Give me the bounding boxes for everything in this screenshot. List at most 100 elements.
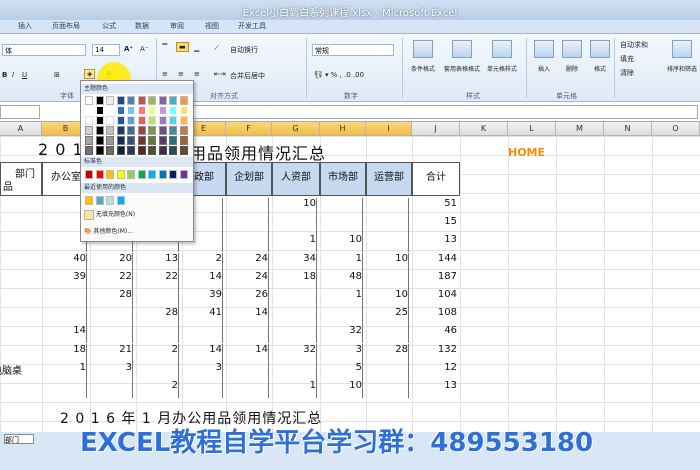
bold-icon[interactable]: B (2, 71, 7, 79)
table-cell[interactable] (42, 289, 87, 307)
color-swatch[interactable] (158, 170, 167, 179)
column-header-l[interactable]: L (508, 122, 556, 136)
table-cell[interactable] (42, 380, 87, 398)
table-cell[interactable] (320, 198, 363, 216)
shrink-font-icon[interactable]: A⁻ (140, 45, 148, 53)
color-swatch[interactable] (127, 96, 135, 105)
table-cell[interactable]: 41 (182, 307, 223, 326)
conditional-format-button[interactable]: 条件格式 (405, 64, 441, 73)
formula-input[interactable] (190, 105, 698, 119)
table-cell[interactable]: 25 (366, 307, 409, 326)
table-cell[interactable] (90, 380, 133, 398)
cell-styles-button[interactable]: 单元格样式 (484, 64, 520, 73)
table-cell[interactable]: 108 (412, 307, 457, 325)
border-icon[interactable]: ⊞ (54, 71, 60, 79)
color-swatch[interactable] (137, 126, 146, 135)
color-swatch[interactable] (116, 126, 125, 135)
color-swatch[interactable] (137, 116, 146, 125)
color-swatch[interactable] (127, 170, 135, 179)
table-cell[interactable] (136, 361, 179, 380)
header-marketing[interactable]: 市场部 (320, 162, 366, 196)
table-cell[interactable] (226, 198, 269, 216)
sort-filter-icon[interactable] (672, 40, 692, 58)
table-cell[interactable]: 14 (226, 343, 269, 362)
table-cell[interactable] (42, 307, 87, 326)
align-right-icon[interactable]: ≡ (194, 70, 200, 78)
color-swatch[interactable] (169, 126, 177, 135)
table-cell[interactable]: 13 (136, 252, 179, 271)
color-swatch[interactable] (158, 126, 167, 135)
table-cell[interactable]: 10 (366, 252, 409, 271)
table-cell[interactable]: 18 (42, 343, 87, 362)
color-swatch[interactable] (106, 196, 114, 205)
color-swatch[interactable] (106, 96, 114, 105)
table-cell[interactable]: 20 (90, 252, 133, 271)
currency-icon[interactable]: 💱 ▾ % , .0 .00 (314, 71, 364, 79)
table-cell[interactable] (136, 325, 179, 344)
table-cell[interactable]: 14 (226, 307, 269, 326)
table-cell[interactable]: 24 (226, 252, 269, 271)
color-swatch[interactable] (85, 146, 93, 155)
table-cell[interactable]: 39 (182, 289, 223, 307)
table-cell[interactable]: 13 (412, 234, 457, 252)
table-cell[interactable]: 18 (272, 270, 317, 289)
table-cell[interactable]: 32 (272, 343, 317, 362)
align-top-icon[interactable]: ▔ (162, 44, 167, 52)
color-swatch[interactable] (137, 146, 146, 155)
color-swatch[interactable] (169, 146, 177, 155)
table-cell[interactable]: 46 (412, 325, 457, 343)
header-hr[interactable]: 人资部 (272, 162, 320, 196)
color-swatch[interactable] (179, 146, 188, 155)
column-header-i[interactable]: I (366, 122, 412, 136)
format-cells-button[interactable]: 格式 (582, 64, 618, 73)
table-cell[interactable]: 28 (90, 289, 133, 307)
delete-cells-icon[interactable] (562, 40, 582, 58)
table-cell[interactable] (226, 361, 269, 380)
fill-button[interactable]: 填充 (620, 54, 634, 64)
color-swatch[interactable] (85, 106, 93, 115)
table-cell[interactable]: 15 (412, 216, 457, 234)
table-cell[interactable]: 1 (320, 289, 363, 307)
table-cell[interactable]: 1 (272, 234, 317, 253)
color-swatch[interactable] (116, 106, 125, 115)
table-cell[interactable]: 24 (226, 270, 269, 289)
table-cell[interactable]: 13 (412, 380, 457, 398)
table-cell[interactable]: 34 (272, 252, 317, 271)
align-middle-icon[interactable]: ▬ (176, 42, 189, 52)
color-swatch[interactable] (85, 126, 93, 135)
table-cell[interactable]: 40 (42, 252, 87, 271)
grow-font-icon[interactable]: A⁺ (124, 45, 133, 53)
column-header-a[interactable]: A (0, 122, 42, 136)
column-header-n[interactable]: N (604, 122, 652, 136)
table-cell[interactable]: 32 (320, 325, 363, 344)
color-swatch[interactable] (95, 106, 104, 115)
tab-formulas[interactable]: 公式 (102, 21, 116, 33)
color-swatch[interactable] (85, 96, 93, 105)
header-operations[interactable]: 运营部 (366, 162, 412, 196)
table-cell[interactable] (90, 307, 133, 326)
color-swatch[interactable] (158, 106, 167, 115)
color-swatch[interactable] (148, 116, 156, 125)
merge-center-button[interactable]: 合并后居中 (230, 71, 265, 81)
align-left-icon[interactable]: ≡ (162, 70, 168, 78)
tab-insert[interactable]: 插入 (18, 21, 32, 33)
table-cell[interactable] (366, 216, 409, 235)
table-cell[interactable] (366, 198, 409, 216)
fill-color-icon[interactable]: ◈ (84, 69, 96, 79)
table-cell[interactable]: 5 (320, 361, 363, 380)
color-swatch[interactable] (95, 170, 104, 179)
table-cell[interactable]: 1 (320, 252, 363, 271)
color-swatch[interactable] (179, 106, 188, 115)
column-header-j[interactable]: J (412, 122, 460, 136)
color-swatch[interactable] (169, 136, 177, 145)
table-cell[interactable] (226, 234, 269, 253)
cell-styles-icon[interactable] (492, 40, 512, 58)
color-swatch[interactable] (127, 106, 135, 115)
table-cell[interactable] (226, 325, 269, 344)
table-cell[interactable] (182, 325, 223, 344)
clear-button[interactable]: 清除 (620, 68, 634, 78)
color-swatch[interactable] (148, 170, 156, 179)
table-cell[interactable] (366, 380, 409, 398)
table-cell[interactable]: 132 (412, 344, 457, 362)
table-cell[interactable] (366, 325, 409, 344)
